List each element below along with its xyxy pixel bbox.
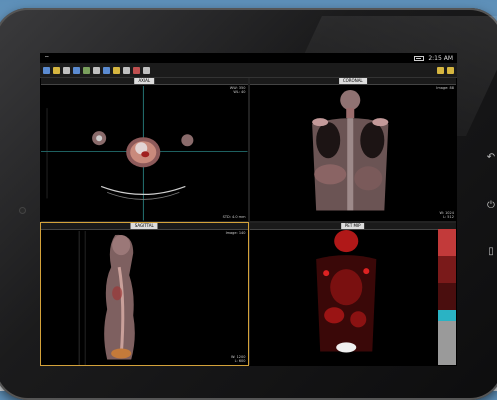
viewport-info-br: W: 1024 L: 512 xyxy=(439,210,454,219)
series-label: CORONAL xyxy=(338,78,367,84)
home-button[interactable]: ⏻ xyxy=(484,198,497,212)
status-time: 2:15 AM xyxy=(428,54,453,62)
sagittal-image xyxy=(78,230,135,365)
measure-icon[interactable] xyxy=(93,66,100,74)
menu-button[interactable]: ▯ xyxy=(484,244,497,258)
viewport-info-br: W: 1200 L: 600 xyxy=(231,355,246,363)
rotate-icon[interactable] xyxy=(73,66,80,74)
wifi-icon: ⌔ xyxy=(44,55,50,62)
angle-icon[interactable] xyxy=(103,66,110,74)
coronal-image xyxy=(311,90,388,211)
pan-icon[interactable] xyxy=(43,66,50,74)
reset-icon[interactable] xyxy=(143,66,150,74)
axial-image xyxy=(41,86,248,221)
pet-mip-image xyxy=(315,229,376,352)
arrow-right-icon[interactable] xyxy=(437,66,444,74)
viewport-coronal[interactable]: CORONAL Image: 88 W: 1024 L: 512 xyxy=(249,78,456,221)
series-label: AXIAL xyxy=(134,78,155,84)
color-scale xyxy=(438,228,456,365)
viewport-info-tr: WW: 350 WL: 40 xyxy=(229,86,246,94)
viewport-sagittal[interactable]: SAGITTAL Image: 140 W: 1200 L: 600 xyxy=(40,221,249,366)
viewport-info-br: STD: 4.0 mm xyxy=(222,214,246,219)
viewport-info-tr: Image: 140 xyxy=(225,230,246,235)
viewport-grid: AXIAL WW: 350 WL: 40 STD: 4.0 mm CORONAL… xyxy=(40,78,456,366)
status-bar: ⌔ 2:15 AM xyxy=(40,53,457,63)
flip-icon[interactable] xyxy=(83,66,90,74)
tablet-frame: ⌔ 2:15 AM AXIAL WW: 350 WL: 40 STD: 4.0 … xyxy=(0,8,497,400)
series-label: PET MIP xyxy=(340,222,365,229)
battery-icon xyxy=(414,55,425,61)
window-level-icon[interactable] xyxy=(63,66,70,74)
back-button[interactable]: ↶ xyxy=(484,150,497,164)
tablet-screen: ⌔ 2:15 AM AXIAL WW: 350 WL: 40 STD: 4.0 … xyxy=(40,53,457,366)
front-camera xyxy=(20,208,25,213)
cine-icon[interactable] xyxy=(123,66,130,74)
series-label: SAGITTAL xyxy=(130,222,158,229)
annotate-icon[interactable] xyxy=(113,66,120,74)
layout-icon[interactable] xyxy=(133,66,140,74)
settings-icon[interactable] xyxy=(447,66,454,74)
viewer-toolbar xyxy=(40,63,457,78)
viewport-pet-mip[interactable]: PET MIP xyxy=(249,222,456,365)
viewport-info-tr: Image: 88 xyxy=(436,86,454,90)
zoom-icon[interactable] xyxy=(53,66,60,74)
viewport-axial[interactable]: AXIAL WW: 350 WL: 40 STD: 4.0 mm xyxy=(41,78,248,221)
